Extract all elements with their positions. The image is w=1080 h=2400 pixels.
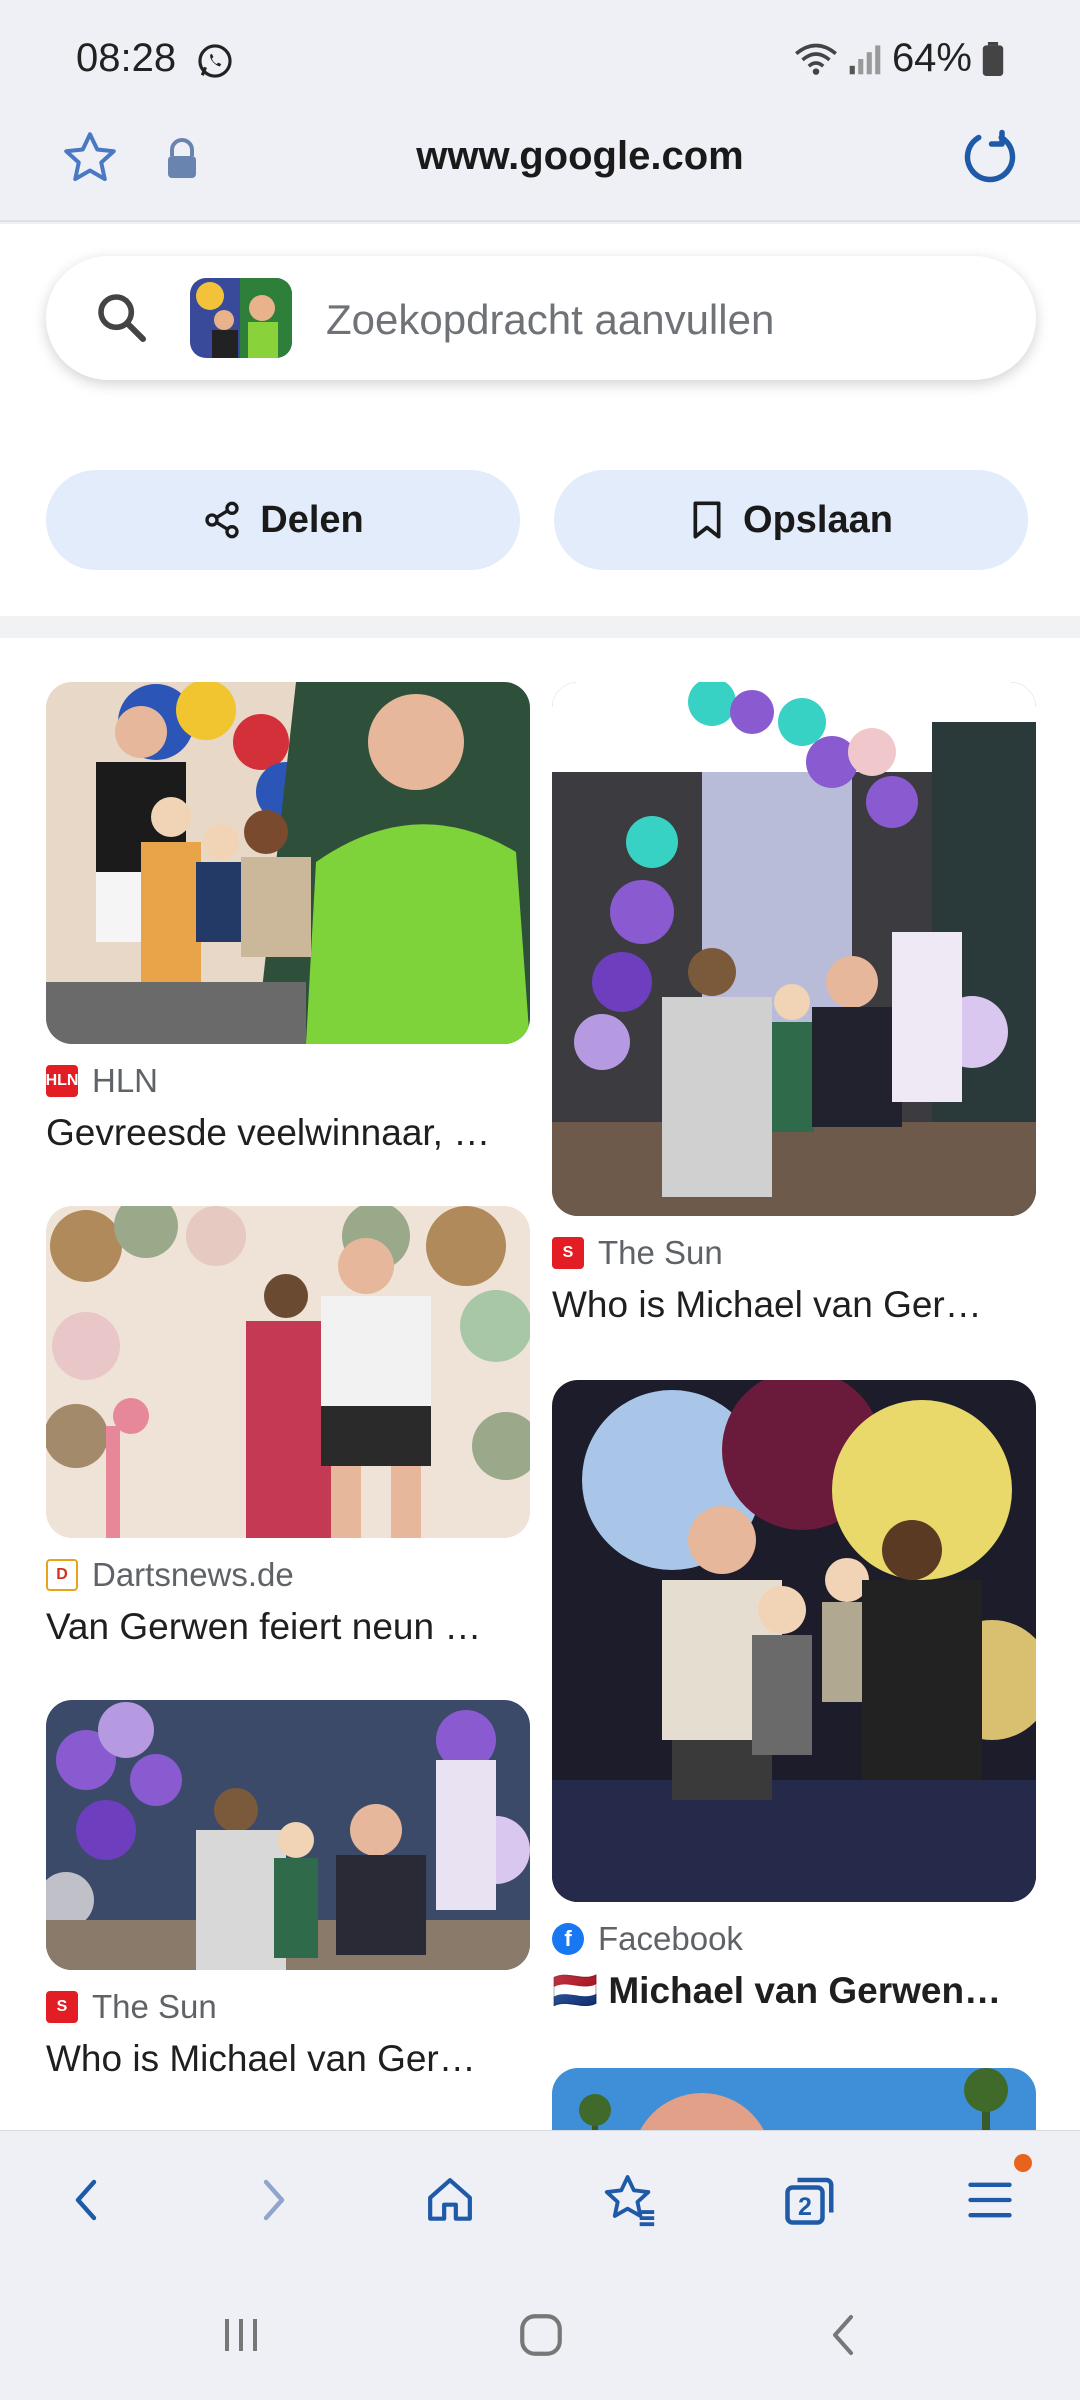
system-home-button[interactable] [506,2300,576,2370]
facebook-logo-icon: f [552,1923,584,1955]
signal-icon [849,44,881,74]
result-image-facebook[interactable] [552,1380,1036,1902]
bookmark-icon [693,501,721,539]
browser-screen: 08:28 64% www.google.com Zoekopdracht aa… [0,0,1080,2400]
bookmarks-button[interactable] [592,2162,668,2238]
system-back-button[interactable] [810,2300,880,2370]
home-square-icon [520,2314,562,2356]
battery-percent: 64% [891,36,972,80]
tabs-button[interactable]: 2 [772,2162,848,2238]
tabs-icon: 2 [785,2177,834,2225]
source-label: The Sun [598,1234,723,1271]
search-input[interactable]: Zoekopdracht aanvullen [326,296,774,344]
forward-button[interactable] [234,2162,310,2238]
tab-count: 2 [798,2193,812,2221]
dartsnews-logo-icon: D [46,1559,78,1591]
hln-logo-icon: HLN [46,1065,78,1097]
section-divider [0,616,1080,638]
result-source: D Dartsnews.de [46,1556,294,1594]
recent-apps-icon [225,2319,257,2351]
status-right: 64% [794,36,1004,81]
share-icon [205,501,239,539]
wifi-icon [794,43,837,75]
save-label: Opslaan [743,498,893,541]
result-image-hln[interactable] [46,682,530,1044]
source-label: HLN [92,1062,159,1099]
reload-icon[interactable] [960,128,1020,188]
status-bar: 08:28 64% [0,0,1080,118]
result-image-partial[interactable] [552,2068,1036,2130]
notification-dot [1014,2154,1032,2172]
whatsapp-icon [198,44,232,78]
source-label: Dartsnews.de [92,1556,294,1593]
result-title[interactable]: 🇳🇱 Michael van Gerwen… [552,1970,1036,2013]
battery-icon [982,41,1004,76]
back-chevron-icon [833,2315,853,2355]
result-title[interactable]: Who is Michael van Ger… [46,2038,530,2080]
share-label: Delen [260,498,364,541]
result-title[interactable]: Gevreesde veelwinnaar, … [46,1112,530,1154]
thesun-logo-icon: S [552,1237,584,1269]
url-text[interactable]: www.google.com [0,134,1080,179]
result-source: f Facebook [552,1920,743,1958]
back-button[interactable] [50,2162,126,2238]
result-title[interactable]: Van Gerwen feiert neun … [46,1606,530,1648]
thesun-logo-icon: S [46,1991,78,2023]
home-icon [428,2178,472,2221]
result-source: S The Sun [46,1988,217,2026]
source-label: The Sun [92,1988,217,2025]
result-image-dartsnews[interactable] [46,1206,530,1538]
browser-toolbar [0,2130,1080,2270]
result-source: HLN HLN [46,1062,158,1100]
results-grid: HLN HLN Gevreesde veelwinnaar, … D Darts… [0,638,1080,2130]
chevron-right-icon [263,2179,285,2221]
search-icon[interactable] [94,290,150,346]
search-image-thumbnail[interactable] [190,278,292,358]
share-button[interactable]: Delen [46,470,520,570]
status-time: 08:28 [76,36,177,80]
result-image-thesun[interactable] [552,682,1036,1216]
home-button[interactable] [412,2162,488,2238]
source-label: Facebook [598,1920,743,1957]
result-title[interactable]: Who is Michael van Ger… [552,1284,1036,1326]
menu-button[interactable] [952,2162,1028,2238]
chevron-left-icon [75,2179,97,2221]
recent-apps-button[interactable] [206,2300,276,2370]
menu-icon [968,2182,1012,2218]
save-button[interactable]: Opslaan [554,470,1028,570]
result-source: S The Sun [552,1234,723,1272]
bookmarks-star-icon [604,2175,655,2227]
result-image-thesun[interactable] [46,1700,530,1970]
